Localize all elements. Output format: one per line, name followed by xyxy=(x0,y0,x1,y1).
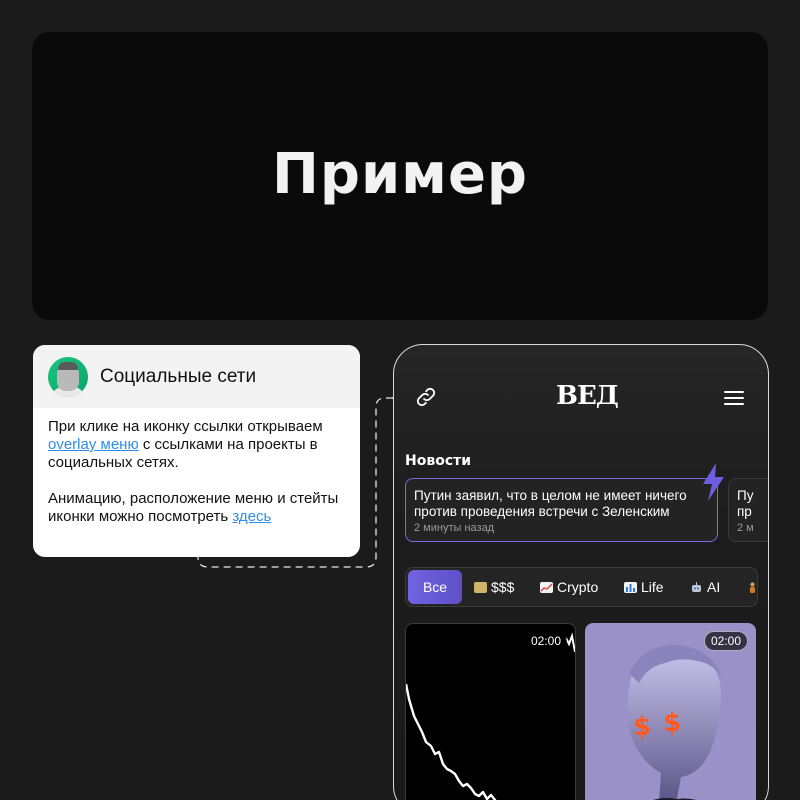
news-card[interactable]: Путин заявил, что в целом не имеет ничег… xyxy=(405,478,718,542)
news-time: 2 минуты назад xyxy=(414,522,495,534)
hero-title: Пример xyxy=(271,141,529,207)
tab-ai[interactable]: AI xyxy=(690,568,720,606)
news-time: 2 м xyxy=(737,522,754,534)
tab-money[interactable]: $$$ xyxy=(474,568,514,606)
annotation-body: При клике на иконку ссылки открываем ove… xyxy=(33,408,360,526)
canvas: Пример Социальные сети При клике на икон… xyxy=(0,0,800,800)
tab-label: $$$ xyxy=(491,579,515,595)
bar-chart-icon xyxy=(624,581,637,593)
person-icon xyxy=(750,582,755,593)
annotation-paragraph-2: Анимацию, расположение меню и стейты ико… xyxy=(48,490,345,526)
tab-all[interactable]: Все xyxy=(408,570,462,604)
annotation-card: Социальные сети При клике на иконку ссыл… xyxy=(33,345,360,557)
robot-icon xyxy=(692,581,701,592)
stock-line-graphic xyxy=(406,632,575,800)
category-tabs: Все $$$ Crypto Life AI xyxy=(405,567,758,607)
video-duration: 02:00 xyxy=(703,631,748,651)
video-card[interactable]: 02:00 xyxy=(405,623,576,800)
app-logo[interactable]: ВЕД xyxy=(556,381,619,411)
menu-icon[interactable] xyxy=(724,391,744,405)
news-heading: Новости xyxy=(405,453,472,469)
money-icon xyxy=(474,581,487,593)
chart-up-icon xyxy=(540,581,553,593)
overlay-menu-link[interactable]: overlay меню xyxy=(48,436,139,453)
news-card[interactable]: Пу пр 2 м xyxy=(728,478,768,542)
annotation-title: Социальные сети xyxy=(100,365,257,387)
link-icon[interactable] xyxy=(414,385,438,409)
annotation-text: При клике на иконку ссылки открываем xyxy=(48,418,323,435)
hero-panel: Пример xyxy=(32,32,768,320)
news-title: Путин заявил, что в целом не имеет ничег… xyxy=(414,488,687,519)
video-duration: 02:00 xyxy=(524,632,567,650)
phone-mockup: ВЕД Новости Путин заявил, что в целом не… xyxy=(393,344,769,800)
here-link[interactable]: здесь xyxy=(232,508,271,525)
svg-text:$: $ xyxy=(633,712,651,742)
tab-crypto[interactable]: Crypto xyxy=(540,568,598,606)
tab-person[interactable] xyxy=(746,568,757,606)
lightning-icon xyxy=(703,463,724,501)
annotation-text: Анимацию, расположение меню и стейты ико… xyxy=(48,490,339,525)
annotation-paragraph-1: При клике на иконку ссылки открываем ove… xyxy=(48,418,345,472)
avatar xyxy=(48,356,88,397)
svg-text:$: $ xyxy=(663,708,681,738)
annotation-header: Социальные сети xyxy=(33,345,360,408)
tab-label: AI xyxy=(707,579,721,595)
video-card[interactable]: $ $ 02:00 xyxy=(585,623,756,800)
tab-label: Life xyxy=(641,579,664,595)
tab-label: Crypto xyxy=(557,579,599,595)
tab-life[interactable]: Life xyxy=(624,568,664,606)
news-title: Пу пр xyxy=(737,488,754,519)
